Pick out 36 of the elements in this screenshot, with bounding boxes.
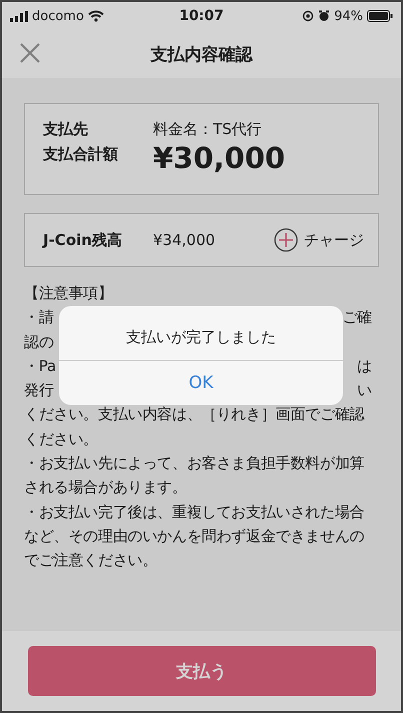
close-button[interactable] [20, 43, 40, 63]
note-text: 発行 [24, 380, 54, 402]
page-title: 支払内容確認 [150, 44, 252, 66]
total-amount: ¥30,000 [153, 141, 286, 175]
note-text: は [357, 356, 372, 377]
payee-label: 支払先 [43, 120, 89, 139]
alert-message: 支払いが完了しました [126, 328, 276, 348]
clock-time: 10:07 [179, 8, 224, 24]
note-text: ください。支払い内容は、［りれき］画面でご確認 [24, 404, 364, 426]
battery-icon [366, 10, 393, 22]
note-text: される場合があります。 [24, 477, 187, 498]
wifi-icon [88, 10, 104, 22]
fee-name: 料金名：TS代行 [153, 120, 263, 139]
pay-button[interactable]: 支払う [28, 646, 376, 696]
notes-heading: 【注意事項】 [24, 283, 114, 304]
note-text: ・Pa [24, 356, 56, 377]
note-text: ・お支払い完了後は、重複してお支払いされた場合 [24, 502, 364, 523]
note-text: ご確 [342, 307, 372, 328]
note-text: でご注意ください。 [24, 550, 158, 572]
signal-icon [10, 10, 28, 22]
rotation-lock-icon [302, 10, 314, 22]
note-text: など、その理由のいかんを問わず返金できませんの [24, 526, 364, 547]
total-label: 支払合計額 [43, 145, 119, 164]
charge-button[interactable]: チャージ [274, 228, 364, 252]
balance-label: J-Coin残高 [43, 230, 123, 250]
alarm-icon [318, 10, 330, 22]
balance-amount: ¥34,000 [153, 231, 216, 249]
note-text: ・請 [24, 307, 54, 328]
note-text: い [357, 380, 372, 402]
ok-button[interactable]: OK [59, 360, 343, 405]
plus-circle-icon [274, 228, 298, 252]
carrier-name: docomo [32, 8, 84, 24]
battery-percent: 94% [334, 8, 363, 24]
note-text: 認の [24, 332, 54, 353]
note-text: ・お支払い先によって、お客さま負担手数料が加算 [24, 453, 364, 474]
note-text: ください。 [24, 428, 98, 450]
